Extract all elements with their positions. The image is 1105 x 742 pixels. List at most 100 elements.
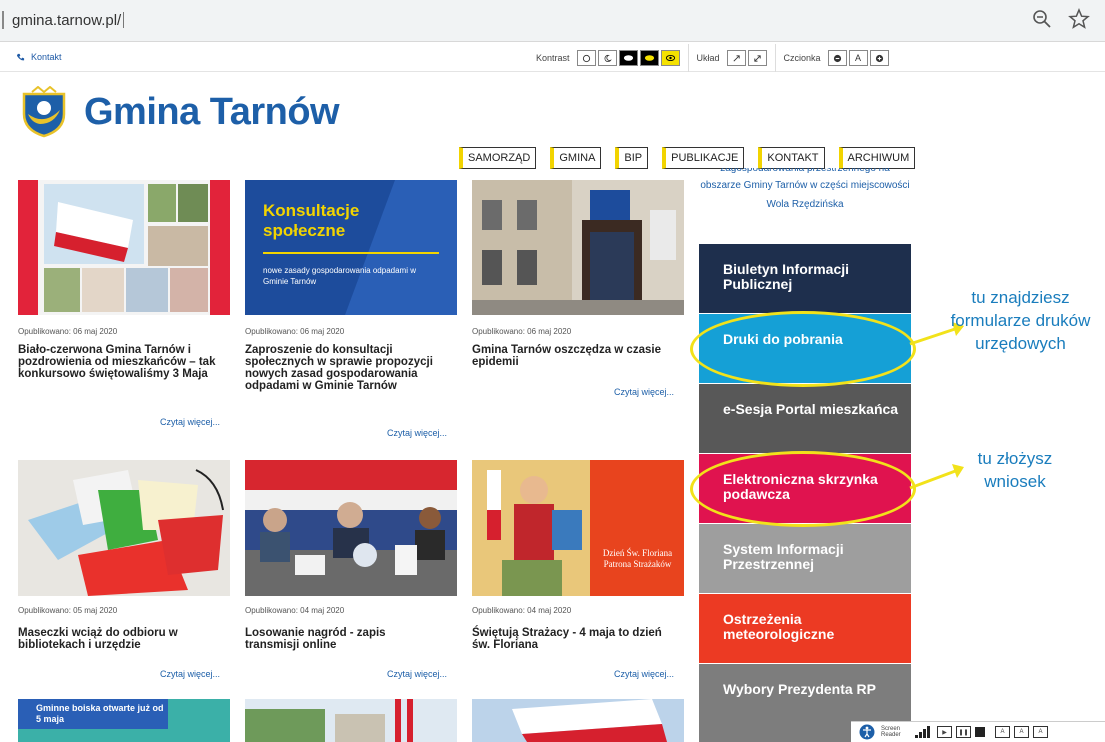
article-image[interactable]	[472, 699, 684, 742]
sidebar-text[interactable]: zagospodarowania przestrzennego na obsza…	[698, 168, 912, 214]
url-text[interactable]: gmina.tarnow.pl/	[12, 12, 121, 29]
article-image[interactable]: Gminne boiska otwarte już od 5 maja	[18, 699, 230, 742]
moon-icon	[604, 54, 612, 62]
volume-bars-icon[interactable]	[915, 726, 933, 738]
contrast-default-button[interactable]	[576, 50, 596, 66]
sidebar-text-main: obszarze Gminy Tarnów w części miejscowo…	[700, 180, 910, 210]
article-image[interactable]	[245, 460, 457, 596]
utility-bar: Kontakt Kontrast Układ Czcionka A	[0, 44, 1105, 72]
article-title[interactable]: Świętują Strażacy - 4 maja to dzień św. …	[472, 627, 672, 651]
contrast-yellow-button[interactable]	[660, 50, 680, 66]
read-more-link[interactable]: Czytaj więcej...	[387, 428, 447, 438]
eye-icon	[623, 55, 633, 61]
text-cursor	[123, 12, 125, 28]
article-date: Opublikowano: 06 maj 2020	[472, 327, 572, 336]
contact-label[interactable]: Kontakt	[31, 52, 62, 62]
layout-wide-button[interactable]	[747, 50, 767, 66]
contrast-group: Kontrast	[528, 44, 688, 72]
nav-item-samorzad[interactable]: SAMORZĄD	[459, 147, 537, 169]
nav-item-archiwum[interactable]: ARCHIWUM	[838, 147, 916, 169]
sidebar-link-bip[interactable]: Biuletyn Informacji Publicznej	[699, 244, 911, 313]
saint-florian-graphic	[472, 460, 684, 596]
font-letter-label: A	[855, 53, 862, 63]
article-title[interactable]: Losowanie nagród - zapis transmisji onli…	[245, 627, 435, 651]
text-size-icon[interactable]: A	[1014, 726, 1029, 738]
layout-narrow-button[interactable]	[726, 50, 746, 66]
article-image[interactable]: Konsultacje społeczne nowe zasady gospod…	[245, 180, 457, 315]
screen-reader-widget[interactable]: Screen Reader ▶ ❚❚ A A A	[851, 721, 1105, 742]
read-more-link[interactable]: Czytaj więcej...	[160, 417, 220, 427]
sidebar-link-label: Biuletyn Informacji Publicznej	[723, 261, 850, 292]
phone-icon	[16, 53, 25, 60]
town-hall-photo	[472, 180, 684, 315]
sidebar-text-top: zagospodarowania przestrzennego na	[720, 168, 890, 174]
stop-icon[interactable]	[975, 727, 985, 737]
sidebar-link-label: System Informacji Przestrzennej	[723, 541, 844, 572]
layout-group: Układ	[687, 44, 775, 72]
article-image[interactable]	[18, 460, 230, 596]
article-title[interactable]: Gmina Tarnów oszczędza w czasie epidemii	[472, 344, 662, 368]
address-bar-divider	[2, 11, 4, 29]
annotation-forms: tu znajdziesz formularze druków urzędowy…	[950, 288, 1091, 353]
bookmark-star-icon[interactable]	[1067, 7, 1091, 31]
article-title[interactable]: Zaproszenie do konsultacji społecznych w…	[245, 344, 445, 392]
font-decrease-button[interactable]	[827, 50, 847, 66]
nav-item-kontakt[interactable]: KONTAKT	[758, 147, 825, 169]
read-more-link[interactable]: Czytaj więcej...	[614, 669, 674, 679]
address-bar[interactable]: gmina.tarnow.pl/	[0, 5, 1100, 35]
article-date: Opublikowano: 04 maj 2020	[245, 606, 345, 615]
article-date: Opublikowano: 06 maj 2020	[18, 327, 118, 336]
article-image[interactable]: Dzień Św. Floriana Patrona Strażaków	[472, 460, 684, 596]
minus-circle-icon	[833, 54, 841, 62]
pause-icon[interactable]: ❚❚	[956, 726, 971, 738]
article-image[interactable]	[472, 180, 684, 315]
article-title[interactable]: Biało-czerwona Gmina Tarnów i pozdrowien…	[18, 344, 233, 380]
nav-item-publikacje[interactable]: PUBLIKACJE	[662, 147, 745, 169]
article-date: Opublikowano: 04 maj 2020	[472, 606, 572, 615]
banner-title: Konsultacje społeczne	[263, 201, 360, 240]
font-default-button[interactable]: A	[848, 50, 868, 66]
read-more-link[interactable]: Czytaj więcej...	[160, 669, 220, 679]
florian-caption: Dzień Św. Floriana Patrona Strażaków	[602, 548, 673, 569]
eye-icon	[644, 55, 654, 61]
contrast-night-button[interactable]	[597, 50, 617, 66]
site-title[interactable]: Gmina Tarnów	[84, 91, 340, 134]
sidebar-link-label: e-Sesja Portal mieszkańca	[723, 401, 899, 417]
font-size-group: Czcionka A	[774, 44, 897, 72]
flag-collage-image	[18, 180, 230, 315]
sidebar-link-label: Wybory Prezydenta RP	[723, 681, 877, 697]
font-increase-button[interactable]	[869, 50, 889, 66]
accessibility-tools: Kontrast Układ Czcionka A	[528, 44, 897, 72]
circle-icon	[582, 54, 590, 62]
sidebar-link-sip[interactable]: System Informacji Przestrzennej	[699, 524, 911, 593]
article-image[interactable]	[245, 699, 457, 742]
article-date: Opublikowano: 05 maj 2020	[18, 606, 118, 615]
page: gmina.tarnow.pl/ Kontakt Kontrast Układ …	[0, 0, 1105, 742]
article-title[interactable]: Maseczki wciąż do odbioru w bibliotekach…	[18, 627, 218, 651]
browser-toolbar: gmina.tarnow.pl/	[0, 0, 1105, 42]
text-size-icon[interactable]: A	[995, 726, 1010, 738]
read-more-link[interactable]: Czytaj więcej...	[387, 669, 447, 679]
highlight-ellipse-druki	[690, 311, 916, 387]
sidebar-link-weather[interactable]: Ostrzeżenia meteorologiczne	[699, 594, 911, 663]
shrink-arrows-icon	[733, 54, 740, 62]
text-size-icon[interactable]: A	[1033, 726, 1048, 738]
eye-icon	[665, 54, 675, 62]
banner-subtitle: nowe zasady gospodarowania odpadami w Gm…	[263, 266, 416, 286]
highlight-ellipse-skrzynka	[690, 451, 916, 527]
play-icon[interactable]: ▶	[937, 726, 952, 738]
nav-item-gmina[interactable]: GMINA	[550, 147, 602, 169]
annotation-submit: tu złożysz wniosek	[977, 449, 1053, 491]
zoom-out-icon[interactable]	[1031, 8, 1053, 30]
expand-arrows-icon	[753, 54, 761, 62]
contact-link[interactable]: Kontakt	[16, 52, 62, 62]
contrast-black-button[interactable]	[618, 50, 638, 66]
font-size-label: Czcionka	[783, 53, 821, 63]
sidebar-link-esesja[interactable]: e-Sesja Portal mieszkańca	[699, 384, 911, 453]
contrast-black-yellow-button[interactable]	[639, 50, 659, 66]
contrast-label: Kontrast	[536, 53, 570, 63]
site-logo[interactable]: Gmina Tarnów	[18, 86, 340, 138]
article-image[interactable]	[18, 180, 230, 315]
read-more-link[interactable]: Czytaj więcej...	[614, 387, 674, 397]
nav-item-bip[interactable]: BIP	[615, 147, 649, 169]
